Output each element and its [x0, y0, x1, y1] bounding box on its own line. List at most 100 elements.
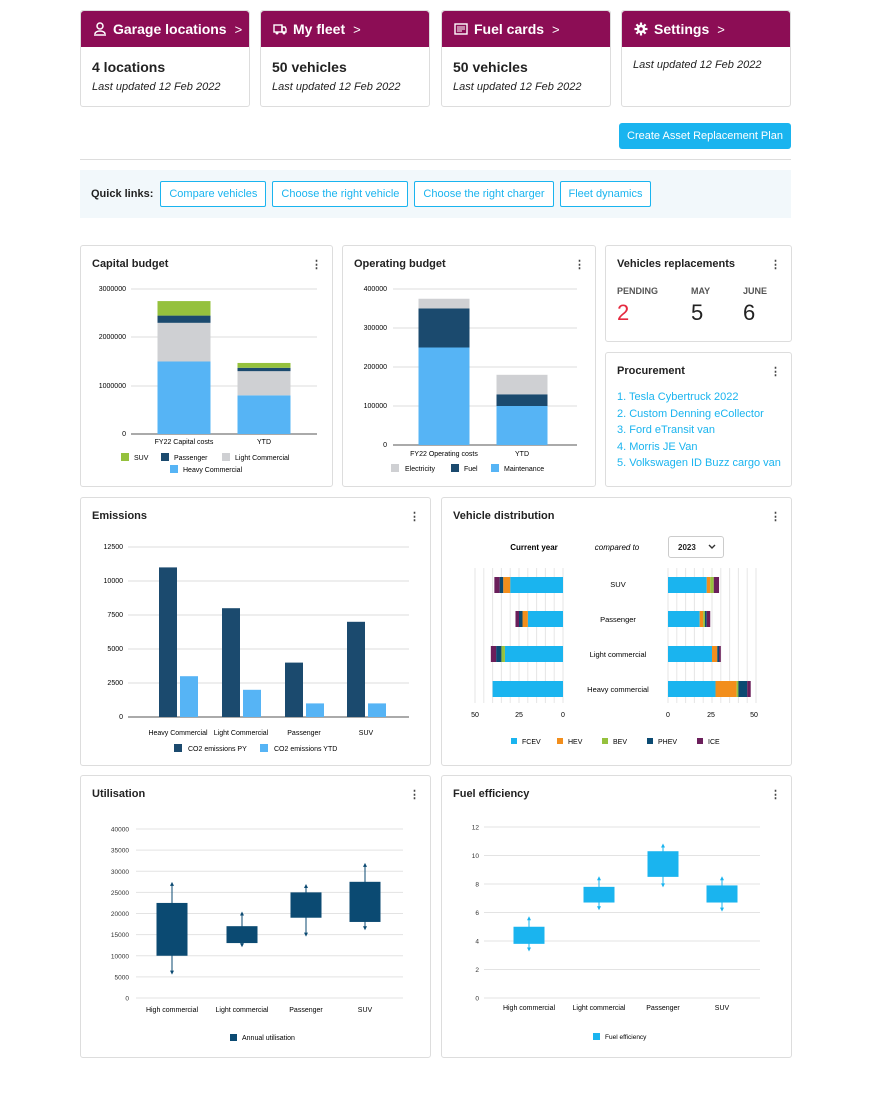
legend-swatch: [557, 738, 563, 744]
tile-value: 4 locations: [92, 59, 166, 75]
legend-label: Electricity: [405, 466, 435, 473]
tile-fuel-cards-header[interactable]: Fuel cards >: [442, 11, 610, 47]
card-icon: [454, 23, 468, 35]
tile-updated: Last updated 12 Feb 2022: [633, 59, 762, 71]
legend-swatch: [602, 738, 608, 744]
bar: [368, 703, 386, 717]
category-label: Passenger: [646, 1005, 680, 1012]
whisker-cap: [363, 926, 367, 931]
legend-swatch: [222, 453, 230, 461]
tile-updated: Last updated 12 Feb 2022: [453, 81, 582, 93]
tile-title: My fleet: [293, 21, 346, 37]
category-label: Passenger: [287, 730, 321, 737]
box: [647, 851, 679, 877]
legend-label: Fuel: [464, 466, 478, 473]
tick-label: 0: [125, 996, 129, 1003]
legend-swatch: [593, 1033, 600, 1040]
tick-label: 20000: [111, 911, 129, 918]
operating-legend: Electricity Fuel Maintenance: [391, 464, 544, 473]
bar-segment: [522, 611, 528, 627]
whisker-cap: [597, 906, 601, 911]
more-menu-icon[interactable]: ⋮: [770, 365, 781, 378]
bar: [347, 621, 365, 717]
card-title: Vehicles replacements: [617, 258, 736, 270]
bar-segment: [490, 646, 497, 662]
tick-label: 7500: [107, 612, 123, 619]
emissions-legend: CO2 emissions PY CO2 emissions YTD: [174, 744, 337, 753]
tick-label: 10: [472, 853, 480, 860]
bar-segment: [668, 681, 716, 697]
quick-link-choose-vehicle[interactable]: Choose the right vehicle: [272, 181, 409, 207]
vehicles-replacements-card: Vehicles replacements ⋮ PENDING 2 MAY 5 …: [605, 245, 792, 342]
legend-swatch: [491, 464, 499, 472]
utilisation-chart: 0 5000 10000 15000 20000 25000 30000 35000 40000…: [111, 827, 403, 1042]
tick-label: 0: [475, 996, 479, 1003]
whisker-cap: [720, 876, 724, 881]
category-label: Heavy Commercial: [148, 730, 208, 737]
tick-label: 0: [666, 712, 670, 719]
emissions-card: Emissions ⋮ 0 2500 5000 7500 10000 12500…: [80, 497, 431, 766]
legend-label: PHEV: [658, 739, 677, 746]
replacement-count: 5: [691, 300, 704, 325]
tile-garage-locations: Garage locations > 4 locations Last upda…: [80, 10, 250, 107]
legend-swatch: [161, 453, 169, 461]
chevron-right-icon: >: [717, 21, 725, 37]
tile-settings-header[interactable]: Settings >: [622, 11, 790, 47]
tick-label: 50: [471, 712, 479, 719]
procurement-link[interactable]: 5. Volkswagen ID Buzz cargo van: [617, 455, 781, 472]
bar-segment: [747, 681, 751, 697]
quick-link-compare-vehicles[interactable]: Compare vehicles: [160, 181, 267, 207]
bar-segment: [710, 577, 714, 593]
bar-segment: [713, 577, 720, 593]
replacement-may: MAY 5: [691, 286, 710, 326]
bar-segment: [237, 367, 291, 372]
truck-icon: [273, 24, 287, 35]
tick-label: 0: [119, 714, 123, 721]
whisker-cap: [240, 943, 244, 948]
legend-label: ICE: [708, 739, 720, 746]
distribution-legend: FCEV HEV BEV PHEV ICE: [511, 738, 720, 746]
capital-budget-card: Capital budget ⋮ 0 1000000 2000000 30000…: [80, 245, 333, 487]
procurement-link[interactable]: 4. Morris JE Van: [617, 439, 781, 456]
bar-segment: [492, 681, 563, 697]
replacement-count: 6: [743, 300, 756, 325]
bar: [222, 608, 240, 717]
bar-segment: [668, 577, 707, 593]
procurement-link[interactable]: 1. Tesla Cybertruck 2022: [617, 389, 781, 406]
legend-swatch: [391, 464, 399, 472]
quick-link-fleet-dynamics[interactable]: Fleet dynamics: [559, 181, 652, 207]
fuel-efficiency-chart: 0 2 4 6 8 10 12 High commercial Light commerci…: [472, 825, 760, 1041]
category-label: Light commercial: [216, 1007, 269, 1014]
bar-segment: [494, 577, 500, 593]
category-label: Light Commercial: [214, 730, 269, 737]
tick-label: 12500: [104, 544, 124, 551]
bar-segment: [527, 611, 563, 627]
procurement-link[interactable]: 2. Custom Denning eCollector: [617, 406, 781, 423]
bar-segment: [496, 646, 502, 662]
tick-label: 40000: [111, 827, 129, 834]
bar: [306, 703, 324, 717]
whisker-cap: [661, 883, 665, 888]
create-asset-replacement-plan-button[interactable]: Create Asset Replacement Plan: [619, 123, 791, 149]
tile-my-fleet-header[interactable]: My fleet >: [261, 11, 429, 47]
category-label: SUV: [358, 1007, 373, 1014]
more-menu-icon[interactable]: ⋮: [770, 258, 781, 271]
bar-segment: [237, 395, 291, 434]
tick-label: 1000000: [99, 383, 126, 390]
bar-segment: [157, 322, 211, 362]
tile-garage-locations-header[interactable]: Garage locations >: [81, 11, 249, 47]
box: [349, 881, 381, 922]
replacement-label: PENDING: [617, 286, 659, 296]
tick-label: 25000: [111, 890, 129, 897]
year-select[interactable]: 2023: [668, 536, 724, 558]
operating-budget-card: Operating budget ⋮ 0 100000 200000 30000…: [342, 245, 596, 487]
current-year-label: Current year: [510, 543, 558, 552]
quick-link-choose-charger[interactable]: Choose the right charger: [414, 181, 554, 207]
quick-links-bar: Quick links: Compare vehicles Choose the…: [80, 170, 791, 218]
tile-my-fleet: My fleet > 50 vehicles Last updated 12 F…: [260, 10, 430, 107]
chevron-right-icon: >: [234, 21, 243, 37]
legend-swatch: [230, 1034, 237, 1041]
procurement-link[interactable]: 3. Ford eTransit van: [617, 422, 781, 439]
bar: [180, 676, 198, 717]
tick-label: 0: [383, 442, 387, 449]
